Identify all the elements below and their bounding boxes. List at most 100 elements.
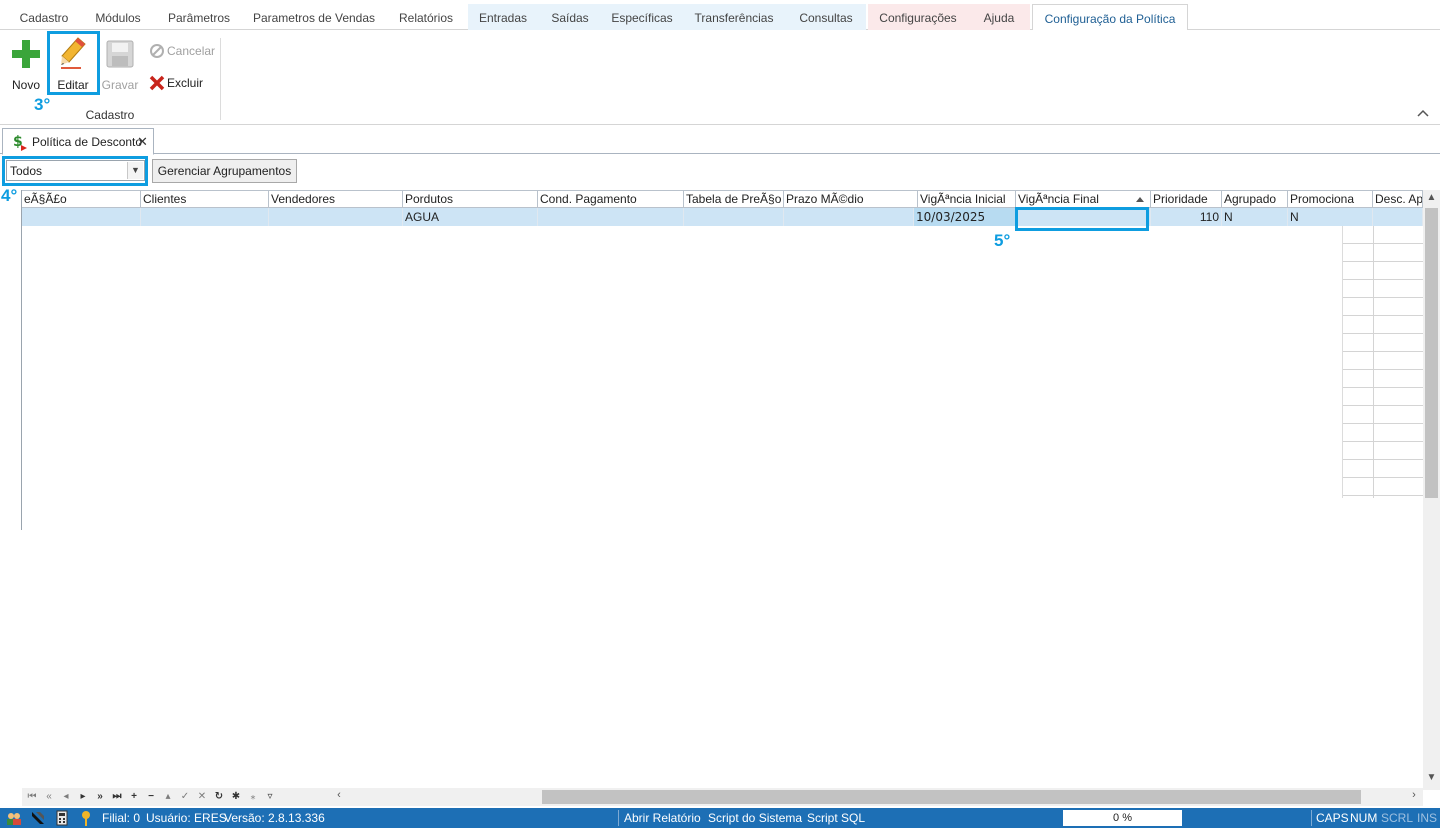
- previous-record-icon[interactable]: ◂: [58, 789, 74, 805]
- scroll-up-icon[interactable]: ▲: [1423, 192, 1440, 206]
- horizontal-scrollbar[interactable]: ‹ ›: [332, 788, 1423, 806]
- previous-page-icon[interactable]: «: [41, 789, 57, 805]
- menu-tab-parametros-vendas[interactable]: Parametros de Vendas: [246, 4, 382, 30]
- callout-number-3: 3°: [34, 95, 51, 114]
- first-page-icon[interactable]: ⏮: [24, 789, 40, 805]
- vertical-scrollbar[interactable]: ▲ ▼: [1423, 190, 1440, 790]
- next-page-icon[interactable]: »: [92, 789, 108, 805]
- column-header-prioridade[interactable]: Prioridade: [1151, 190, 1222, 208]
- menu-tab-relatorios[interactable]: Relatórios: [388, 4, 464, 30]
- column-header-desc-apl[interactable]: Desc. Apl: [1373, 190, 1423, 208]
- novo-button[interactable]: Novo: [6, 34, 46, 94]
- vigencia-inicial-cell[interactable]: 10/03/2025: [914, 208, 1016, 226]
- table-row-cell[interactable]: [141, 208, 269, 226]
- manage-groupings-button[interactable]: Gerenciar Agrupamentos: [152, 159, 297, 183]
- add-record-icon[interactable]: +: [126, 789, 142, 805]
- scroll-left-icon[interactable]: ‹: [332, 789, 346, 805]
- pin-icon[interactable]: [78, 810, 94, 826]
- menu-tab-modulos[interactable]: Módulos: [82, 4, 154, 30]
- ribbon-group-label: Cadastro: [85, 108, 135, 122]
- gravar-button[interactable]: Gravar: [100, 34, 140, 94]
- grid-navigator: ⏮ « ◂ ▸ » ⏭ + − ▴ ✓ ✕ ↻ ✱ ⁎ ▿: [22, 788, 332, 806]
- post-record-icon[interactable]: ✓: [177, 789, 193, 805]
- close-icon[interactable]: ✕: [137, 134, 148, 150]
- bookmark-icon[interactable]: ✱: [228, 789, 244, 805]
- edit-record-icon[interactable]: ▴: [160, 789, 176, 805]
- column-header-promociona[interactable]: Promociona: [1288, 190, 1373, 208]
- menu-tab-especificas[interactable]: Específicas: [602, 4, 682, 30]
- column-header-secao[interactable]: eÃ§Ã£o: [22, 190, 141, 208]
- refresh-icon[interactable]: ↻: [211, 789, 227, 805]
- column-header-agrupado[interactable]: Agrupado: [1222, 190, 1288, 208]
- delete-record-icon[interactable]: −: [143, 789, 159, 805]
- gravar-label: Gravar: [101, 78, 139, 92]
- table-row-cell[interactable]: [269, 208, 403, 226]
- goto-bookmark-icon[interactable]: ⁎: [245, 789, 261, 805]
- document-tab-bar: $ Política de Desconto ✕: [0, 126, 1440, 155]
- column-header-vigencia-final-label: VigÃªncia Final: [1018, 192, 1099, 206]
- scroll-right-icon[interactable]: ›: [1407, 789, 1421, 805]
- table-row-cell[interactable]: [538, 208, 684, 226]
- table-row-cell-prioridade[interactable]: 110: [1151, 208, 1222, 226]
- abrir-relatorio-link[interactable]: Abrir Relatório: [624, 811, 701, 825]
- num-indicator: NUM: [1350, 811, 1378, 825]
- callout-number-5: 5°: [994, 231, 1011, 250]
- scrl-indicator: SCRL: [1381, 811, 1414, 825]
- vertical-scroll-thumb[interactable]: [1425, 208, 1438, 498]
- menu-tab-configuracoes[interactable]: Configurações: [868, 4, 968, 30]
- table-row-cell-agrupado[interactable]: N: [1222, 208, 1288, 226]
- delete-x-icon: [149, 75, 165, 91]
- cancel-record-icon[interactable]: ✕: [194, 789, 210, 805]
- progress-label: 0 %: [1113, 812, 1132, 824]
- menu-tab-parametros[interactable]: Parâmetros: [158, 4, 240, 30]
- table-row-cell[interactable]: [684, 208, 784, 226]
- table-row-cell[interactable]: [1373, 208, 1423, 226]
- ribbon-group-separator: [220, 38, 221, 120]
- ribbon: Novo Editar Gravar Cancelar Excluir Cada…: [0, 30, 1440, 125]
- data-grid: eÃ§Ã£o Clientes Vendedores Pordutos Cond…: [0, 190, 1440, 807]
- column-header-tabela-preco[interactable]: Tabela de PreÃ§o: [684, 190, 784, 208]
- column-header-vigencia-inicial[interactable]: VigÃªncia Inicial: [918, 190, 1016, 208]
- status-bar: Filial: 0 Usuário: ERES Versão: 2.8.13.3…: [0, 808, 1440, 828]
- table-row-cell[interactable]: [784, 208, 914, 226]
- menu-tab-entradas[interactable]: Entradas: [468, 4, 538, 30]
- menu-tab-consultas[interactable]: Consultas: [786, 4, 866, 30]
- column-header-vendedores[interactable]: Vendedores: [269, 190, 403, 208]
- status-separator: [618, 810, 619, 826]
- excluir-button[interactable]: Excluir: [149, 74, 219, 92]
- tab-politica-desconto[interactable]: $ Política de Desconto ✕: [2, 128, 154, 155]
- column-header-cond-pagamento[interactable]: Cond. Pagamento: [538, 190, 684, 208]
- script-sistema-link[interactable]: Script do Sistema: [708, 811, 802, 825]
- tab-politica-desconto-label: Política de Desconto: [32, 135, 143, 149]
- cancelar-button[interactable]: Cancelar: [149, 42, 219, 60]
- column-header-prazo-medio[interactable]: Prazo MÃ©dio: [784, 190, 918, 208]
- menu-tab-cadastro[interactable]: Cadastro: [8, 4, 80, 30]
- cancelar-label: Cancelar: [167, 44, 216, 58]
- filter-icon[interactable]: ▿: [262, 789, 278, 805]
- menu-tab-configuracao-politica[interactable]: Configuração da Política: [1032, 4, 1188, 31]
- table-row-cell-produto[interactable]: AGUA: [403, 208, 538, 226]
- users-icon[interactable]: [6, 810, 22, 826]
- column-header-vigencia-final[interactable]: VigÃªncia Final: [1016, 190, 1151, 208]
- progress-bar: 0 %: [1063, 810, 1182, 826]
- scroll-down-icon[interactable]: ▼: [1423, 772, 1440, 786]
- discount-policy-icon: $: [13, 134, 27, 151]
- table-row-cell-promociona[interactable]: N: [1288, 208, 1373, 226]
- next-record-icon[interactable]: ▸: [75, 789, 91, 805]
- menu-tab-saidas[interactable]: Saídas: [538, 4, 602, 30]
- floppy-disk-icon: [106, 40, 134, 68]
- column-header-produtos[interactable]: Pordutos: [403, 190, 538, 208]
- last-page-icon[interactable]: ⏭: [109, 789, 125, 805]
- menu-tab-ajuda[interactable]: Ajuda: [968, 4, 1030, 30]
- excluir-label: Excluir: [167, 76, 204, 90]
- horizontal-scroll-thumb[interactable]: [542, 790, 1361, 804]
- script-sql-link[interactable]: Script SQL: [807, 811, 865, 825]
- callout-box-editar: [47, 31, 100, 95]
- chevron-up-icon[interactable]: [1417, 108, 1431, 120]
- calculator-icon[interactable]: [54, 810, 70, 826]
- grid-empty-column-line: [1373, 226, 1374, 498]
- menu-tab-transferencias[interactable]: Transferências: [682, 4, 786, 30]
- connection-icon[interactable]: [30, 810, 46, 826]
- column-header-clientes[interactable]: Clientes: [141, 190, 269, 208]
- table-row-cell[interactable]: [22, 208, 141, 226]
